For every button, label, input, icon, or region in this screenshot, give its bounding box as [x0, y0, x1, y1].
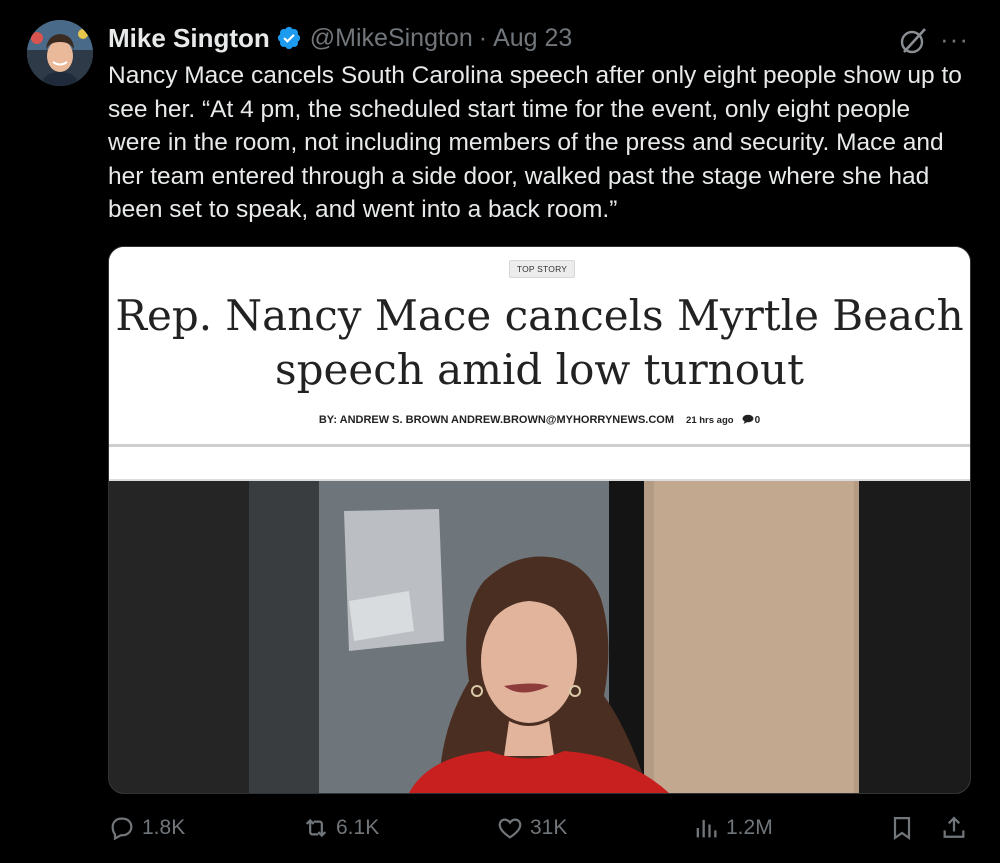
comment-bubble-icon — [742, 414, 754, 424]
repost-icon — [305, 818, 327, 838]
tweet-text: Nancy Mace cancels South Carolina speech… — [108, 62, 962, 223]
author-handle[interactable]: @MikeSington — [310, 24, 473, 53]
heart-icon — [498, 818, 522, 839]
separator-line — [109, 444, 970, 447]
article-byline: BY: ANDREW S. BROWN ANDREW.BROWN@MYHORRY… — [109, 414, 970, 426]
time-ago: 21 hrs ago — [686, 415, 734, 426]
tweet: Mike Sington @MikeSington · Aug 23 ··· N… — [0, 0, 1000, 863]
verified-badge-icon — [277, 26, 300, 50]
link-preview-card[interactable]: TOP STORY Rep. Nancy Mace cancels Myrtle… — [108, 246, 971, 794]
author-name[interactable]: Mike Sington — [108, 23, 270, 54]
bookmark-button[interactable] — [888, 808, 916, 848]
comment-count: 0 — [742, 414, 761, 426]
share-button[interactable] — [940, 808, 968, 848]
article-photo — [109, 481, 970, 793]
share-icon — [943, 816, 965, 838]
repost-count: 6.1K — [336, 816, 380, 839]
like-button[interactable]: 31K — [496, 808, 567, 848]
comment-count-value: 0 — [754, 415, 761, 426]
views-button[interactable]: 1.2M — [692, 808, 773, 848]
like-count: 31K — [530, 816, 568, 839]
views-chart-icon — [696, 819, 717, 838]
repost-button[interactable]: 6.1K — [302, 808, 379, 848]
tweet-header: Mike Sington @MikeSington · Aug 23 — [108, 20, 572, 56]
avatar[interactable] — [27, 20, 93, 86]
article-headline: Rep. Nancy Mace cancels Myrtle Beach spe… — [115, 291, 964, 394]
byline-author: BY: ANDREW S. BROWN ANDREW.BROWN@MYHORRY… — [318, 414, 675, 426]
top-story-badge: TOP STORY — [509, 260, 575, 278]
header-separator: · — [478, 23, 488, 52]
reply-button[interactable]: 1.8K — [108, 808, 185, 848]
more-options-button[interactable]: ··· — [940, 24, 969, 54]
bookmark-icon — [893, 816, 911, 841]
action-bar: 1.8K 6.1K 31K 1.2M — [108, 808, 976, 848]
reply-count: 1.8K — [142, 816, 186, 839]
tweet-date[interactable]: Aug 23 — [493, 24, 572, 53]
views-count: 1.2M — [726, 816, 773, 839]
article-header: TOP STORY Rep. Nancy Mace cancels Myrtle… — [109, 247, 970, 481]
grok-icon[interactable] — [898, 26, 928, 56]
reply-icon — [111, 817, 133, 841]
